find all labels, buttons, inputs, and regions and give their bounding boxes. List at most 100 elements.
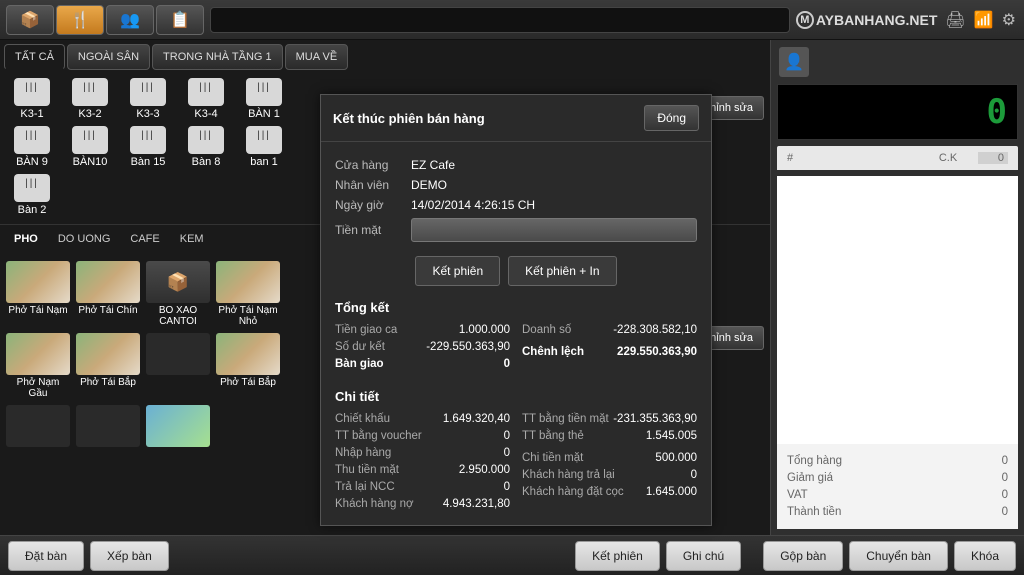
info-row: Ngày giờ14/02/2014 4:26:15 CH xyxy=(335,198,697,212)
product-item[interactable]: 📦BO XAO CANTOI xyxy=(146,261,210,327)
data-row: Số dư kết-229.550.363,90 xyxy=(335,341,510,353)
table-item[interactable]: BÀN10 xyxy=(64,126,116,168)
box-icon-btn[interactable]: 📦 xyxy=(6,5,54,35)
product-item[interactable] xyxy=(146,405,210,449)
end-session-button[interactable]: Kết phiên xyxy=(415,256,500,286)
reserve-table-button[interactable]: Đặt bàn xyxy=(8,541,84,571)
modal-title: Kết thúc phiên bán hàng xyxy=(333,111,485,126)
table-item[interactable]: Bàn 15 xyxy=(122,126,174,168)
data-row: Nhập hàng0 xyxy=(335,447,510,459)
table-item[interactable]: BÀN 9 xyxy=(6,126,58,168)
summary-title: Tổng kết xyxy=(335,300,697,315)
product-item[interactable]: Phở Nạm Gầu xyxy=(6,333,70,399)
product-image xyxy=(76,261,140,303)
gear-icon[interactable]: ⚙ xyxy=(1002,10,1016,30)
data-row: TT bằng voucher0 xyxy=(335,430,510,442)
arrange-table-button[interactable]: Xếp bàn xyxy=(90,541,169,571)
category-tab[interactable]: PHO xyxy=(14,233,38,245)
clipboard-icon-btn[interactable]: 📋 xyxy=(156,5,204,35)
data-row: Khách hàng nợ4.943.231,80 xyxy=(335,498,510,510)
total-row: VAT0 xyxy=(787,489,1008,501)
product-item[interactable] xyxy=(146,333,210,399)
order-items-list[interactable] xyxy=(777,176,1018,444)
table-item[interactable]: BÀN 1 xyxy=(238,78,290,120)
avatar[interactable]: 👤 xyxy=(779,47,809,77)
product-image xyxy=(216,261,280,303)
category-tab[interactable]: CAFE xyxy=(130,233,159,245)
total-row: Tổng hàng0 xyxy=(787,455,1008,467)
table-item[interactable]: Bàn 2 xyxy=(6,174,58,216)
product-item[interactable]: Phở Tái Chín xyxy=(76,261,140,327)
table-icon xyxy=(188,126,224,154)
cash-input[interactable] xyxy=(411,218,697,242)
data-row: TT bằng tiền mặt-231.355.363,90 xyxy=(522,413,697,425)
table-icon xyxy=(14,78,50,106)
end-session-print-button[interactable]: Kết phiên + In xyxy=(508,256,616,286)
close-button[interactable]: Đóng xyxy=(644,105,699,131)
area-tab[interactable]: TRONG NHÀ TẦNG 1 xyxy=(152,44,283,70)
people-icon-btn[interactable]: 👥 xyxy=(106,5,154,35)
data-row: Thu tiền mặt2.950.000 xyxy=(335,464,510,476)
data-row: Chiết khấu1.649.320,40 xyxy=(335,413,510,425)
area-tab[interactable]: NGOÀI SÂN xyxy=(67,44,150,70)
table-icon xyxy=(72,126,108,154)
data-row: Doanh số-228.308.582,10 xyxy=(522,324,697,336)
total-row: Thành tiền0 xyxy=(787,506,1008,518)
category-tab[interactable]: KEM xyxy=(180,233,204,245)
product-item[interactable]: Phở Tái Bắp xyxy=(216,333,280,399)
end-session-footer-button[interactable]: Kết phiên xyxy=(575,541,660,571)
product-item[interactable]: Phở Tái Nạm Nhỏ xyxy=(216,261,280,327)
footer: Đặt bàn Xếp bàn Kết phiên Ghi chú Gộp bà… xyxy=(0,535,1024,575)
order-total-display: 0 xyxy=(777,84,1018,140)
table-item[interactable]: K3-2 xyxy=(64,78,116,120)
detail-title: Chi tiết xyxy=(335,389,697,404)
table-icon xyxy=(14,174,50,202)
restaurant-icon-btn[interactable]: 🍴 xyxy=(56,5,104,35)
topbar: 📦 🍴 👥 📋 MAYBANHANG.NET 🖨 📶 ⚙ xyxy=(0,0,1024,40)
product-image xyxy=(6,333,70,375)
table-icon xyxy=(246,126,282,154)
data-row: Khách hàng trả lại0 xyxy=(522,469,697,481)
end-session-modal: Kết thúc phiên bán hàng Đóng Cửa hàngEZ … xyxy=(320,94,712,526)
printer-icon[interactable]: 🖨 xyxy=(945,10,965,30)
table-icon xyxy=(130,126,166,154)
area-tab[interactable]: MUA VỀ xyxy=(285,44,349,70)
data-row: Chênh lệch229.550.363,90 xyxy=(522,346,697,358)
tables-grid: K3-1K3-2K3-3K3-4BÀN 1BÀN 9BÀN10Bàn 15Bàn… xyxy=(0,70,320,224)
brand-logo: MAYBANHANG.NET xyxy=(796,11,938,29)
product-item[interactable]: Phở Tái Bắp xyxy=(76,333,140,399)
table-icon xyxy=(130,78,166,106)
table-item[interactable]: ban 1 xyxy=(238,126,290,168)
order-panel: 👤 0 #C.K0 Tổng hàng0Giảm giá0VAT0Thành t… xyxy=(770,40,1024,535)
data-row: Tiền giao ca1.000.000 xyxy=(335,324,510,336)
data-row: Bàn giao0 xyxy=(335,358,510,370)
move-table-button[interactable]: Chuyển bàn xyxy=(849,541,948,571)
info-row: Nhân viênDEMO xyxy=(335,178,697,192)
data-row: Chi tiền mặt500.000 xyxy=(522,452,697,464)
product-item[interactable] xyxy=(6,405,70,449)
product-image xyxy=(6,405,70,447)
table-icon xyxy=(72,78,108,106)
product-image xyxy=(146,333,210,375)
area-tab[interactable]: TẤT CẢ xyxy=(4,44,65,70)
search-input[interactable] xyxy=(210,7,790,33)
total-row: Giảm giá0 xyxy=(787,472,1008,484)
table-item[interactable]: K3-4 xyxy=(180,78,232,120)
merge-table-button[interactable]: Gộp bàn xyxy=(763,541,843,571)
table-item[interactable]: K3-1 xyxy=(6,78,58,120)
category-tab[interactable]: DO UONG xyxy=(58,233,111,245)
order-totals: Tổng hàng0 Giảm giá0 VAT0 Thành tiền0 xyxy=(777,444,1018,529)
product-image xyxy=(216,333,280,375)
table-icon xyxy=(188,78,224,106)
products-grid: Phở Tái NạmPhở Tái Chín📦BO XAO CANTOIPhở… xyxy=(0,253,340,457)
table-item[interactable]: Bàn 8 xyxy=(180,126,232,168)
table-item[interactable]: K3-3 xyxy=(122,78,174,120)
product-image xyxy=(76,405,140,447)
data-row: TT bằng thẻ1.545.005 xyxy=(522,430,697,442)
lock-button[interactable]: Khóa xyxy=(954,541,1016,571)
info-row: Cửa hàngEZ Cafe xyxy=(335,158,697,172)
note-button[interactable]: Ghi chú xyxy=(666,541,741,571)
product-item[interactable] xyxy=(76,405,140,449)
info-row: Tiền mặt xyxy=(335,218,697,242)
product-item[interactable]: Phở Tái Nạm xyxy=(6,261,70,327)
